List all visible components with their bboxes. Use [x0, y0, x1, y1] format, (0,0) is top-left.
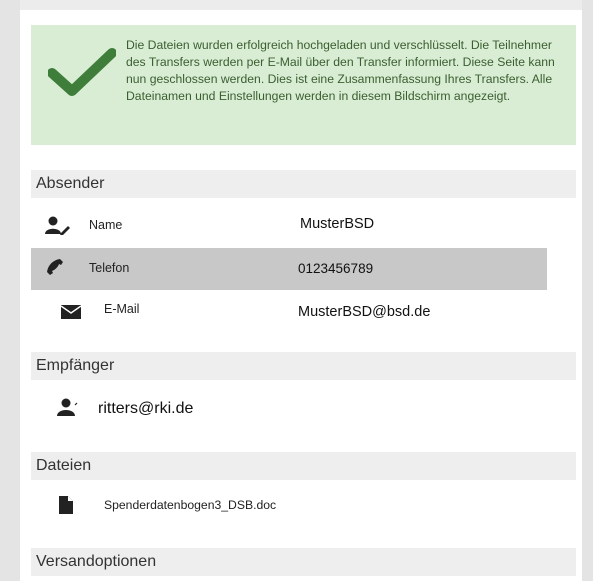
file-name: Spenderdatenbogen3_DSB.doc: [104, 498, 277, 512]
files-heading: Dateien: [31, 452, 576, 480]
sender-phone-value: 0123456789: [298, 261, 374, 276]
sender-email-value: MusterBSD@bsd.de: [298, 304, 431, 320]
options-heading: Versandoptionen: [31, 548, 576, 576]
page-left-margin: [0, 0, 20, 581]
user-edit-icon: [45, 216, 70, 235]
sender-phone-label: Telefon: [89, 261, 130, 275]
recipients-heading: Empfänger: [31, 352, 576, 380]
page-right-margin: [582, 0, 593, 581]
checkmark-icon: [48, 48, 116, 96]
envelope-icon: [61, 305, 81, 319]
sender-name-value: MusterBSD: [300, 216, 375, 232]
sender-email-label: E-Mail: [104, 302, 140, 316]
recipient-email: ritters@rki.de: [98, 400, 194, 417]
user-icon: [57, 398, 78, 416]
phone-icon: [47, 259, 63, 275]
sender-name-label: Name: [89, 218, 123, 232]
success-message: Die Dateien wurden erfolgreich hochgelad…: [126, 38, 555, 103]
file-icon: [59, 496, 73, 514]
success-alert: Die Dateien wurden erfolgreich hochgelad…: [31, 25, 576, 145]
sender-heading: Absender: [31, 170, 576, 198]
